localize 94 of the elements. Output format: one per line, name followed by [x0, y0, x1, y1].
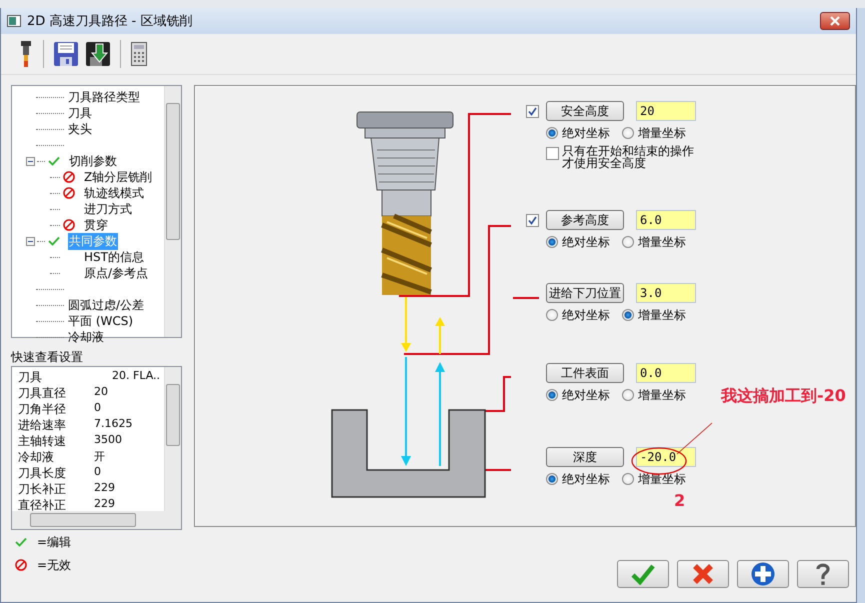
ok-button[interactable] — [617, 560, 669, 588]
setting-name: 刀具 — [18, 369, 43, 385]
legend-label: =编辑 — [37, 534, 72, 550]
tree-item[interactable]: 平面 (WCS) — [67, 312, 134, 330]
radio-label: 绝对坐标 — [562, 470, 610, 488]
leader-line — [513, 297, 539, 299]
close-icon — [830, 16, 840, 26]
radio-button[interactable] — [622, 236, 634, 248]
setting-name: 进给速率 — [18, 417, 67, 433]
value-field[interactable]: 3.0 — [636, 283, 696, 303]
radio-label: 绝对坐标 — [562, 386, 610, 404]
radio-button[interactable] — [622, 309, 634, 321]
radio-label: 绝对坐标 — [562, 306, 610, 324]
radio-button[interactable] — [622, 473, 634, 485]
parameter-button[interactable]: 进给下刀位置 — [546, 283, 624, 303]
expander-icon[interactable] — [26, 236, 35, 246]
horizontal-scrollbar[interactable] — [12, 511, 181, 529]
radio-label: 绝对坐标 — [562, 124, 610, 142]
radio-button[interactable] — [622, 389, 634, 401]
tree-item[interactable]: Z轴分层铣削 — [83, 168, 154, 186]
tree-item[interactable]: 切削参数 — [68, 152, 118, 170]
setting-value: 229 — [94, 481, 115, 496]
setting-name: 主轴转速 — [18, 433, 67, 449]
radio-label: 绝对坐标 — [562, 234, 610, 250]
tree-item[interactable]: 夹头 — [67, 120, 93, 138]
annotation-note: 我这搞加工到-20 — [721, 386, 846, 407]
tree-item[interactable]: 贯穿 — [83, 216, 109, 234]
parameter-button[interactable]: 参考高度 — [546, 210, 624, 230]
value-field[interactable]: 0.0 — [636, 363, 696, 383]
setting-name: 冷却液 — [18, 449, 55, 465]
annotation-mark: 2 — [674, 491, 686, 510]
tree-item[interactable]: 原点/参考点 — [83, 264, 150, 282]
radio-button[interactable] — [546, 309, 558, 321]
setting-value: 3500 — [94, 433, 122, 448]
expander-icon[interactable] — [26, 156, 35, 166]
check-icon — [631, 563, 655, 585]
radio-label: 增量坐标 — [638, 234, 686, 250]
arrow — [435, 317, 445, 354]
parameter-button[interactable]: 深度 — [546, 447, 624, 467]
value-field[interactable]: -20.0 — [636, 447, 696, 467]
radio-button[interactable] — [546, 127, 558, 139]
scrollbar[interactable] — [164, 86, 181, 337]
check-icon — [15, 537, 27, 547]
setting-value: 20 — [94, 385, 108, 400]
value-field[interactable]: 20 — [636, 101, 696, 121]
setting-value: 20. FLA.. — [112, 369, 160, 384]
radio-button[interactable] — [546, 236, 558, 248]
arrow — [401, 297, 411, 352]
window-title: 2D 高速刀具路径 - 区域铣削 — [27, 13, 194, 30]
tool-holder-icon[interactable] — [19, 41, 33, 67]
tree-item[interactable]: 圆弧过虑/公差 — [67, 296, 146, 314]
plus-icon — [751, 562, 775, 586]
setting-name: 刀具长度 — [18, 465, 67, 481]
checkbox-label: 只有在开始和结束的操作才使用安全高度 — [562, 145, 695, 169]
window-icon — [7, 15, 21, 27]
help-button[interactable] — [797, 560, 849, 588]
radio-label: 增量坐标 — [638, 386, 686, 404]
value-field[interactable]: 6.0 — [636, 210, 696, 230]
radio-label: 增量坐标 — [638, 306, 686, 324]
radio-label: 增量坐标 — [638, 124, 686, 142]
checkbox[interactable] — [526, 104, 539, 118]
section-title: 快速查看设置 — [11, 349, 84, 366]
help-icon — [815, 562, 831, 586]
no-entry-icon — [15, 559, 27, 571]
legend-label: =无效 — [37, 556, 72, 574]
scrollbar[interactable] — [164, 367, 181, 511]
tree-item[interactable]: 冷却液 — [67, 328, 105, 346]
cancel-button[interactable] — [677, 560, 729, 588]
tree-item[interactable]: HST的信息 — [83, 248, 145, 266]
close-button[interactable] — [820, 12, 850, 30]
setting-value: 开 — [94, 449, 105, 465]
tree-item[interactable]: 进刀方式 — [83, 200, 133, 218]
add-button[interactable] — [737, 560, 789, 588]
radio-button[interactable] — [622, 127, 634, 139]
tree-item[interactable]: 轨迹线模式 — [83, 184, 145, 202]
setting-name: 直径补正 — [18, 497, 67, 511]
parameter-button[interactable]: 安全高度 — [546, 101, 624, 121]
cross-icon — [692, 563, 714, 585]
save-icon[interactable] — [54, 42, 78, 66]
setting-name: 刀长补正 — [18, 481, 67, 497]
setting-value: 0 — [94, 465, 101, 480]
parameter-button[interactable]: 工件表面 — [546, 363, 624, 383]
setting-name: 刀具直径 — [18, 385, 67, 401]
radio-button[interactable] — [546, 389, 558, 401]
tree-item[interactable]: 刀具路径类型 — [67, 88, 141, 106]
setting-name: 刀角半径 — [18, 401, 67, 417]
calculator-icon[interactable] — [131, 42, 147, 66]
tree-item[interactable]: 刀具 — [67, 104, 93, 122]
setting-value: 0 — [94, 401, 101, 416]
setting-value: 229 — [94, 497, 115, 511]
checkbox[interactable] — [526, 214, 539, 226]
radio-button[interactable] — [546, 473, 558, 485]
checkbox[interactable] — [546, 147, 559, 160]
setting-value: 7.1625 — [94, 417, 132, 432]
